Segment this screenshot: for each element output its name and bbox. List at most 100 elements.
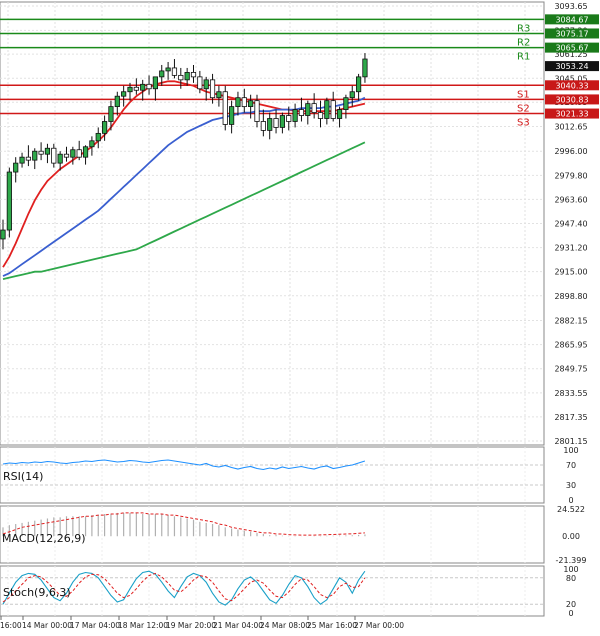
candle-body	[57, 153, 63, 164]
candle-body	[25, 156, 32, 161]
candle-body	[38, 150, 44, 155]
current-price-text: 3053.24	[555, 62, 588, 71]
candle-body	[6, 171, 12, 231]
support-price-text: 3040.33	[555, 81, 588, 90]
candle-body	[152, 76, 158, 90]
candle-body	[349, 91, 355, 99]
support-label: S1	[517, 89, 530, 100]
chart-canvas: 3093.653077.303061.253045.053028.953012.…	[0, 1, 599, 630]
support-price-text: 3030.83	[555, 95, 588, 104]
candle-body	[140, 83, 146, 91]
candle-body	[311, 103, 317, 113]
candle-body	[228, 106, 235, 125]
resistance-price-text: 3065.67	[555, 44, 588, 53]
candle-body	[82, 146, 89, 158]
candle-body	[222, 91, 228, 125]
candle-body	[32, 150, 38, 161]
rsi-title: RSI(14)	[3, 470, 43, 483]
sub-panel-frame	[0, 446, 545, 504]
candle-body	[209, 79, 216, 99]
main-price-panel: 3093.653077.303061.253045.053028.953012.…	[0, 1, 599, 446]
trading-chart: 3093.653077.303061.253045.053028.953012.…	[0, 0, 600, 632]
candle-body	[190, 72, 197, 78]
candle-body	[273, 118, 279, 128]
candle-body	[146, 83, 152, 90]
sub-y-tick-label: 24.522	[557, 505, 585, 514]
candle-body	[133, 86, 139, 91]
sub-y-tick-label: 0	[568, 609, 573, 618]
candle-body	[203, 79, 209, 90]
candle-body	[0, 229, 6, 240]
stoch-title: Stoch(9,6,3)	[3, 586, 71, 599]
sub-y-tick-label: 20	[566, 600, 576, 609]
y-tick-label: 2915.00	[554, 268, 587, 277]
candle-body	[305, 103, 311, 116]
candle-body	[292, 109, 298, 122]
y-tick-label: 3012.65	[554, 122, 587, 131]
candle-body	[330, 100, 336, 119]
resistance-label: R1	[517, 52, 530, 63]
candle-body	[248, 100, 254, 108]
candle-body	[324, 100, 330, 119]
candle-body	[267, 118, 273, 131]
candle-body	[254, 100, 260, 122]
sub-y-tick-label: 80	[566, 574, 576, 583]
y-tick-label: 2817.35	[554, 413, 587, 422]
x-tick-label: 18 Mar 12:00	[118, 621, 168, 630]
candle-body	[298, 109, 305, 116]
sub-y-tick-label: 100	[563, 446, 578, 455]
resistance-price-text: 3075.17	[555, 29, 588, 38]
sub-y-tick-label: 30	[566, 481, 576, 490]
candle-body	[184, 72, 190, 81]
support-label: S3	[517, 118, 530, 129]
x-tick-label: 17 Mar 04:00	[70, 621, 120, 630]
sub-y-tick-label: 0	[568, 496, 573, 505]
x-tick-label: 19 Mar 20:00	[166, 621, 216, 630]
candle-body	[241, 97, 247, 108]
candle-body	[159, 70, 165, 78]
candle-body	[317, 112, 324, 119]
y-tick-label: 2849.75	[554, 365, 587, 374]
y-tick-label: 2833.55	[554, 389, 587, 398]
candle-body	[355, 76, 362, 93]
y-tick-label: 2898.80	[554, 292, 587, 301]
x-tick-label: 27 Mar 00:00	[354, 621, 404, 630]
macd-panel: 24.522 0.00 -21.399 MACD(12,26,9)	[0, 505, 586, 565]
y-tick-label: 2882.15	[554, 317, 587, 326]
candle-body	[197, 76, 203, 90]
candle-body	[279, 115, 286, 128]
y-tick-label: 2865.95	[554, 341, 587, 350]
candle-body	[70, 149, 76, 158]
sub-y-tick-label: 70	[566, 461, 576, 470]
candle-body	[178, 74, 184, 81]
candle-body	[127, 86, 133, 93]
resistance-label: R3	[517, 23, 530, 34]
support-price-text: 3021.33	[555, 110, 588, 119]
y-tick-label: 2996.00	[554, 147, 587, 156]
candle-body	[260, 121, 266, 131]
candle-body	[171, 67, 178, 76]
x-tick-label: 25 Mar 16:00	[307, 621, 357, 630]
candle-body	[286, 115, 292, 122]
support-label: S2	[517, 103, 530, 114]
x-tick-label: 21 Mar 04:00	[213, 621, 263, 630]
x-tick-label: 16:00	[0, 621, 22, 630]
candle-body	[336, 109, 343, 119]
candle-body	[108, 106, 114, 122]
rsi-panel: 100 70 30 0 RSI(14)	[0, 446, 579, 505]
resistance-label: R2	[517, 37, 530, 48]
candle-body	[95, 132, 101, 142]
candle-body	[76, 149, 82, 158]
candle-body	[102, 121, 108, 134]
x-tick-label: 14 Mar 00:00	[22, 621, 72, 630]
y-tick-label: 2931.20	[554, 244, 587, 253]
candle-body	[19, 156, 25, 164]
candle-body	[343, 97, 349, 110]
candle-body	[51, 147, 57, 164]
y-tick-label: 2801.15	[554, 437, 587, 446]
y-tick-label: 2947.40	[554, 220, 587, 229]
resistance-price-text: 3084.67	[555, 15, 588, 24]
candle-body	[89, 140, 95, 148]
time-axis: 16:00 14 Mar 00:0017 Mar 04:0018 Mar 12:0…	[0, 616, 404, 630]
stoch-panel: 10080 200 Stoch(9,6,3)	[0, 565, 579, 618]
